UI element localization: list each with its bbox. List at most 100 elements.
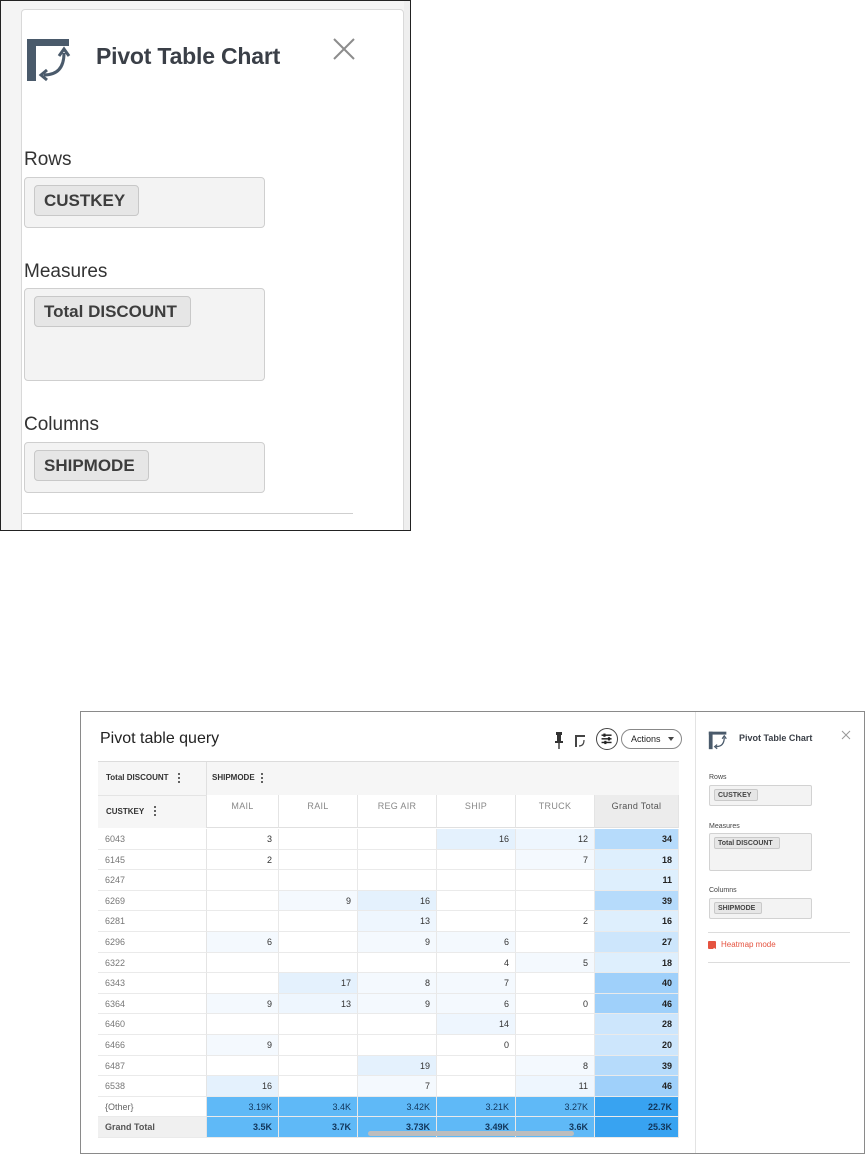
pivot-grid: Total DISCOUNT CUSTKEY SHIPMODE MAIL RAIL… xyxy=(98,761,679,1139)
table-cell xyxy=(516,1035,595,1056)
columns-drop-zone[interactable]: SHIPMODE xyxy=(709,898,812,919)
table-cell: 14 xyxy=(437,1014,516,1035)
measures-drop-zone[interactable]: Total DISCOUNT xyxy=(24,288,265,381)
filter-settings-button[interactable] xyxy=(596,728,618,750)
measure-header[interactable]: Total DISCOUNT xyxy=(106,773,169,782)
panel-divider-bottom xyxy=(708,962,850,963)
zoomed-chart-config-panel: Pivot Table Chart Rows CUSTKEY Measures … xyxy=(0,0,411,531)
table-cell: 9 xyxy=(358,932,437,953)
columns-label: Columns xyxy=(24,414,99,435)
table-cell: 13 xyxy=(279,993,358,1015)
column-header[interactable]: Grand Total xyxy=(595,795,679,828)
row-key: 6487 xyxy=(98,1055,207,1077)
table-cell xyxy=(358,952,437,974)
column-header[interactable]: RAIL xyxy=(279,795,358,828)
row-key: 6043 xyxy=(98,829,207,850)
grand-total-cell: 20 xyxy=(595,1035,679,1056)
table-cell: 3.27K xyxy=(516,1096,595,1118)
close-icon[interactable] xyxy=(841,730,851,740)
grand-total-cell: 16 xyxy=(595,911,679,932)
table-row: 6269 9 16 39 xyxy=(98,890,679,912)
table-cell xyxy=(358,1035,437,1056)
table-cell xyxy=(516,932,595,953)
table-cell xyxy=(279,932,358,953)
table-cell: 19 xyxy=(358,1055,437,1077)
chart-config-side-panel: Pivot Table Chart Rows CUSTKEY Measures … xyxy=(695,712,864,1153)
measures-drop-zone[interactable]: Total DISCOUNT xyxy=(709,833,812,871)
pivot-chart-icon xyxy=(708,731,727,750)
checkbox-icon[interactable] xyxy=(708,941,716,953)
column-dimension-header[interactable]: SHIPMODE xyxy=(212,773,255,782)
table-cell: 3.19K xyxy=(207,1096,279,1118)
table-row: 6487 19 8 39 xyxy=(98,1055,679,1077)
row-key: 6343 xyxy=(98,973,207,994)
table-row: 6322 4 5 18 xyxy=(98,952,679,974)
pivot-table-app: Pivot table query Actions Total DISCOUNT xyxy=(80,711,865,1154)
row-key: 6466 xyxy=(98,1035,207,1056)
table-cell xyxy=(358,849,437,871)
panel-divider xyxy=(708,932,850,933)
table-cell xyxy=(279,1014,358,1035)
pin-icon[interactable] xyxy=(554,731,564,749)
side-panel-title: Pivot Table Chart xyxy=(739,733,813,743)
table-cell xyxy=(279,911,358,932)
table-cell: 3.21K xyxy=(437,1096,516,1118)
table-cell: 3.5K xyxy=(207,1117,279,1138)
columns-chip-shipmode[interactable]: SHIPMODE xyxy=(714,902,763,914)
table-cell: 3 xyxy=(207,829,279,850)
table-cell: 4 xyxy=(437,952,516,974)
dropdown-caret-icon xyxy=(668,737,674,741)
table-row: 6466 9 0 20 xyxy=(98,1035,679,1056)
measures-label: Measures xyxy=(709,823,740,830)
table-cell xyxy=(437,911,516,932)
measures-chip-total-discount[interactable]: Total DISCOUNT xyxy=(714,837,780,849)
horizontal-scrollbar[interactable] xyxy=(368,1131,574,1136)
table-cell xyxy=(207,973,279,994)
table-cell: 17 xyxy=(279,973,358,994)
column-header[interactable]: TRUCK xyxy=(516,795,595,828)
chart-type-icon[interactable] xyxy=(574,731,586,749)
heatmap-mode-label[interactable]: Heatmap mode xyxy=(721,940,776,949)
table-cell xyxy=(279,1035,358,1056)
table-cell xyxy=(207,1055,279,1077)
row-key: 6296 xyxy=(98,932,207,953)
row-key: 6322 xyxy=(98,952,207,974)
actions-dropdown[interactable]: Actions xyxy=(621,729,682,749)
rows-chip-custkey[interactable]: CUSTKEY xyxy=(714,789,759,801)
table-cell xyxy=(358,870,437,891)
table-cell: 8 xyxy=(358,973,437,994)
table-row: {Other} 3.19K 3.4K 3.42K 3.21K 3.27K 22.7K xyxy=(98,1096,679,1118)
table-cell: 12 xyxy=(516,829,595,850)
table-row: 6364 9 13 9 6 0 46 xyxy=(98,993,679,1015)
grand-total-cell: 39 xyxy=(595,1055,679,1077)
measure-menu-icon[interactable] xyxy=(177,773,181,784)
measures-chip-total-discount[interactable]: Total DISCOUNT xyxy=(34,296,191,327)
table-row: 6281 13 2 16 xyxy=(98,911,679,932)
table-cell xyxy=(207,890,279,912)
row-dimension-header[interactable]: CUSTKEY xyxy=(106,807,144,816)
grand-total-cell: 18 xyxy=(595,952,679,974)
columns-chip-shipmode[interactable]: SHIPMODE xyxy=(34,450,149,481)
table-cell: 9 xyxy=(279,890,358,912)
table-cell: 9 xyxy=(358,993,437,1015)
rows-drop-zone[interactable]: CUSTKEY xyxy=(709,785,812,806)
grand-total-cell: 34 xyxy=(595,829,679,850)
column-dimension-menu-icon[interactable] xyxy=(260,773,264,784)
row-key: 6247 xyxy=(98,870,207,891)
row-dimension-menu-icon[interactable] xyxy=(153,806,157,817)
table-row: 6247 11 xyxy=(98,870,679,891)
rows-chip-custkey[interactable]: CUSTKEY xyxy=(34,185,140,216)
row-key: 6538 xyxy=(98,1076,207,1097)
panel-title: Pivot Table Chart xyxy=(96,43,281,69)
table-cell xyxy=(207,911,279,932)
close-icon[interactable] xyxy=(332,37,356,61)
column-header[interactable]: MAIL xyxy=(207,795,279,828)
grand-total-cell: 28 xyxy=(595,1014,679,1035)
table-cell: 16 xyxy=(358,890,437,912)
column-header[interactable]: SHIP xyxy=(437,795,516,828)
rows-drop-zone[interactable]: CUSTKEY xyxy=(24,177,265,228)
column-header[interactable]: REG AIR xyxy=(358,795,437,828)
columns-drop-zone[interactable]: SHIPMODE xyxy=(24,442,265,493)
grand-total-cell: 46 xyxy=(595,993,679,1015)
table-cell: 7 xyxy=(358,1076,437,1097)
